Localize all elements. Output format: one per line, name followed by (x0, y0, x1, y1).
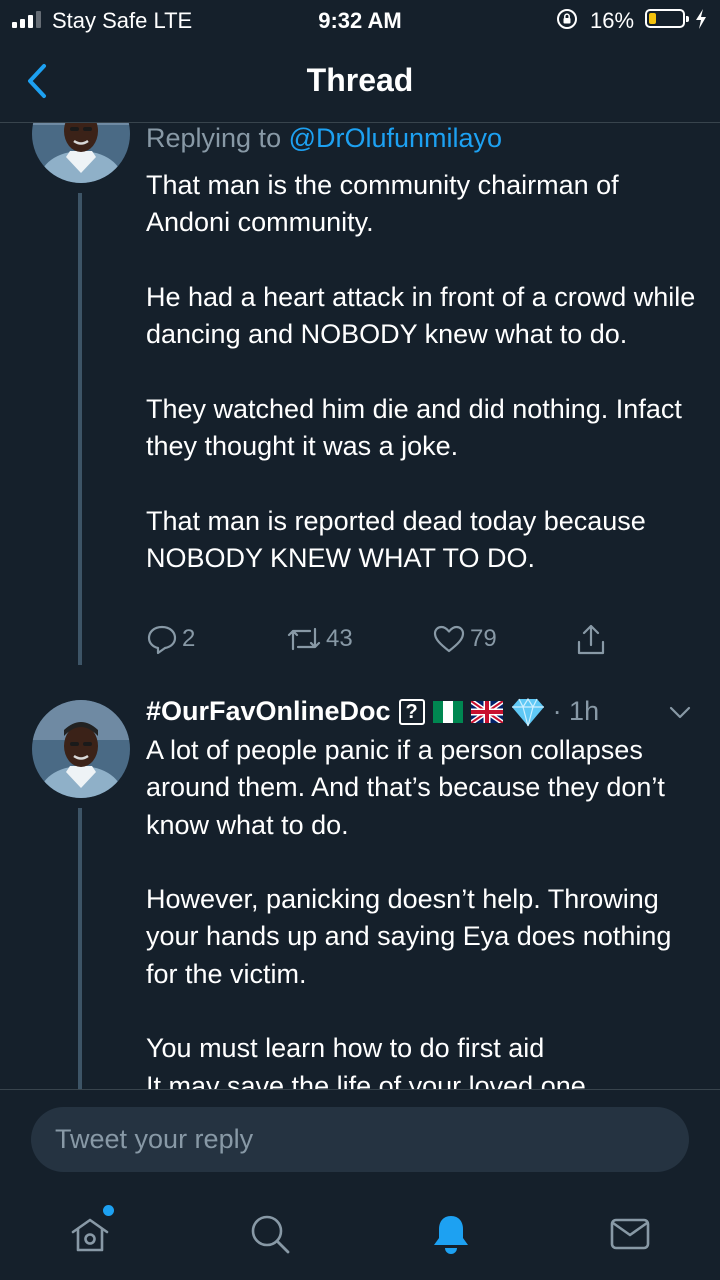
display-name[interactable]: #OurFavOnlineDoc (146, 696, 391, 727)
share-button[interactable] (575, 623, 607, 657)
tab-messages[interactable] (608, 1212, 652, 1256)
orientation-lock-icon (557, 9, 577, 29)
navigation-bar: Thread (0, 40, 720, 123)
home-icon (71, 1218, 109, 1252)
replying-to: Replying to @DrOlufunmilayo (146, 123, 502, 154)
reply-composer: Tweet your reply (0, 1089, 720, 1191)
tab-bar (0, 1190, 720, 1280)
new-content-dot (103, 1205, 114, 1216)
avatar[interactable] (32, 700, 130, 798)
thread-connector-line (78, 193, 82, 665)
reply-icon (147, 625, 177, 655)
reply-button[interactable]: 2 (146, 623, 195, 655)
battery-icon (645, 9, 689, 28)
messages-icon (610, 1218, 650, 1250)
retweet-icon (287, 627, 321, 651)
avatar[interactable] (32, 123, 130, 183)
nigeria-flag-icon (432, 700, 463, 723)
page-title: Thread (306, 62, 414, 98)
thread-content[interactable]: Replying to @DrOlufunmilayo That man is … (0, 123, 720, 1089)
heart-icon (433, 625, 465, 653)
uk-flag-icon (470, 700, 503, 723)
retweet-button[interactable]: 43 (286, 623, 353, 655)
tab-search[interactable] (248, 1212, 292, 1256)
thread-connector-line (78, 808, 82, 1089)
reply-count: 2 (182, 625, 196, 652)
battery-percent: 16% (590, 8, 635, 33)
search-icon (251, 1215, 290, 1254)
like-count: 79 (470, 625, 497, 652)
tweet-header: #OurFavOnlineDoc ? · 1h (146, 696, 599, 727)
chevron-down-icon[interactable] (668, 705, 692, 721)
reply-input[interactable]: Tweet your reply (31, 1107, 689, 1172)
tweet-body: A lot of people panic if a person collap… (146, 735, 672, 1089)
tweet-time: · 1h (552, 696, 600, 726)
retweet-count: 43 (326, 625, 353, 652)
question-box-icon: ? (398, 698, 425, 725)
charging-bolt-icon (696, 9, 706, 29)
tab-notifications[interactable] (429, 1212, 473, 1256)
tab-home[interactable] (68, 1205, 114, 1256)
status-bar: Stay Safe LTE 9:32 AM 16% (0, 0, 720, 40)
gem-icon (511, 697, 544, 726)
like-button[interactable]: 79 (432, 623, 497, 655)
notifications-icon (434, 1216, 468, 1254)
tweet-body: That man is the community chairman of An… (146, 170, 696, 573)
share-icon (577, 624, 605, 655)
replying-to-label: Replying to (146, 123, 282, 153)
replying-to-handle[interactable]: @DrOlufunmilayo (289, 123, 502, 153)
